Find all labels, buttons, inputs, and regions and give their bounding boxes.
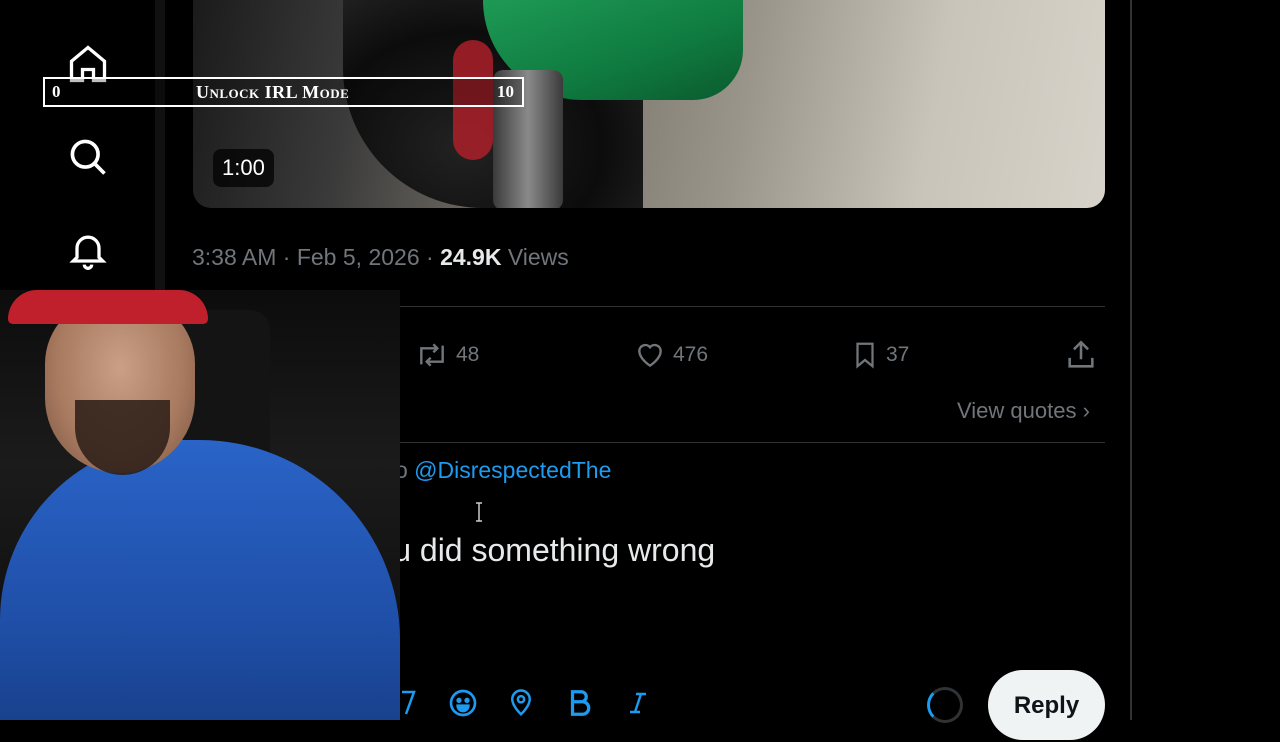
- repost-count: 48: [456, 343, 480, 366]
- webcam-shirt: [0, 440, 400, 720]
- views-count: 24.9K: [440, 244, 502, 270]
- goal-title: Unlock IRL Mode: [196, 82, 350, 102]
- italic-icon[interactable]: [626, 686, 650, 722]
- bookmark-count: 37: [886, 343, 910, 366]
- bookmark-icon: [856, 342, 874, 369]
- goal-target: 10: [497, 82, 514, 101]
- bookmark-action[interactable]: 37: [850, 335, 909, 375]
- notifications-icon[interactable]: [66, 228, 110, 272]
- replying-handle[interactable]: @DisrespectedThe: [414, 457, 611, 483]
- webcam-hat: [8, 290, 208, 324]
- meta-separator: ·: [276, 244, 297, 270]
- webcam-overlay: [0, 290, 400, 720]
- reply-button[interactable]: Reply: [988, 670, 1105, 740]
- main-divider: [1130, 0, 1132, 720]
- like-count: 476: [673, 343, 709, 366]
- like-action[interactable]: 476: [633, 335, 708, 375]
- text-cursor-icon: [474, 502, 484, 522]
- video-duration: 1:00: [213, 149, 274, 187]
- reply-textbox[interactable]: You did something wrong: [357, 532, 715, 569]
- gif-icon[interactable]: [398, 686, 422, 722]
- tweet-meta: 3:38 AM · Feb 5, 2026 · 24.9K Views: [192, 244, 569, 271]
- repost-icon: [420, 343, 444, 367]
- view-quotes-link[interactable]: View quotes ›: [957, 398, 1090, 424]
- views-label: Views: [501, 244, 569, 270]
- heart-icon: [638, 343, 662, 368]
- emoji-icon[interactable]: [447, 686, 479, 722]
- share-icon: [1068, 340, 1094, 368]
- stream-goal-bar: 0 Unlock IRL Mode 10: [43, 77, 524, 107]
- location-icon[interactable]: [506, 686, 536, 722]
- share-action[interactable]: [1064, 335, 1104, 375]
- goal-current: 0: [52, 82, 61, 101]
- bold-icon[interactable]: [565, 686, 595, 722]
- character-count-ring: [927, 687, 963, 723]
- tweet-date[interactable]: Feb 5, 2026: [297, 244, 420, 270]
- meta-separator: ·: [419, 244, 441, 270]
- tweet-time[interactable]: 3:38 AM: [192, 244, 276, 270]
- search-icon[interactable]: [66, 135, 110, 179]
- repost-action[interactable]: 48: [414, 335, 479, 375]
